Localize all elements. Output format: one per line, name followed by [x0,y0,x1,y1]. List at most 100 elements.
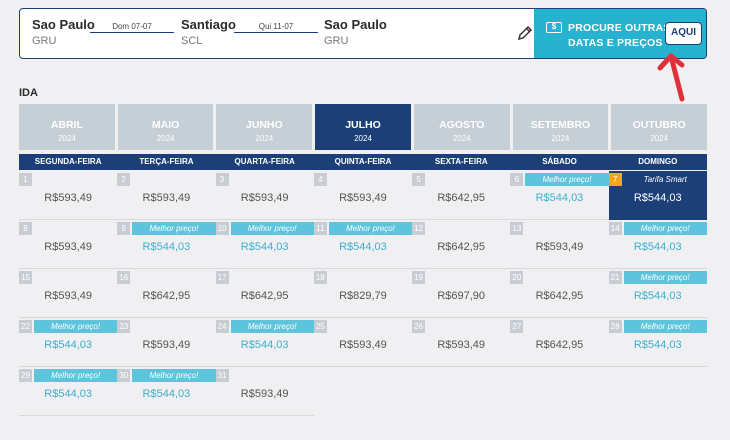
day-price: R$642,95 [142,290,191,302]
origin: Sao Paulo GRU [32,17,95,47]
day-price: R$544,03 [44,388,92,400]
month-year: 2024 [551,134,570,143]
day-number: 28 [608,320,622,333]
calendar-day[interactable]: 3 R$593,49 [215,171,314,220]
tab-month-setembro[interactable]: SETEMBRO 2024 [512,104,609,150]
outbound-date: Dom 07-07 [90,22,174,33]
calendar-day[interactable]: 22 Melhor preço! R$544,03 [19,318,118,367]
calendar-day[interactable]: 7 Tarifa Smart R$544,03 [608,171,707,220]
day-price: R$642,95 [535,339,584,351]
day-number: 25 [313,320,327,333]
day-price: R$544,03 [240,241,289,253]
calendar-day[interactable]: 11 Melhor preço! R$544,03 [313,220,413,269]
calendar-day[interactable]: 10 Melhor preço! R$544,03 [215,220,314,269]
calendar-day[interactable]: 25 R$593,49 [313,318,413,367]
red-arrow-icon [657,53,685,102]
tab-month-abril[interactable]: ABRIL 2024 [19,104,115,150]
calendar-day[interactable]: 23 R$593,49 [117,318,216,367]
tab-month-junho[interactable]: JUNHO 2024 [216,104,313,150]
day-number: 16 [117,271,131,284]
tab-month-maio[interactable]: MAIO 2024 [117,104,214,150]
day-number: 26 [412,320,426,333]
calendar-day[interactable]: 1 R$593,49 [19,171,118,220]
calendar-day[interactable]: 19 R$697,90 [412,269,511,318]
month-name: SETEMBRO [530,119,591,131]
calendar-day[interactable]: 29 Melhor preço! R$544,03 [19,367,118,416]
day-price: R$593,49 [44,192,92,204]
tab-month-outubro[interactable]: OUTUBRO 2024 [611,104,708,150]
calendar-day[interactable]: 9 Melhor preço! R$544,03 [117,220,216,269]
calendar-day[interactable]: 5 R$642,95 [412,171,511,220]
month-name: AGOSTO [439,119,485,131]
outbound-date-label: Dom 07-07 [112,22,152,31]
calendar-day[interactable]: 26 R$593,49 [412,318,511,367]
aqui-button[interactable]: AQUI [665,22,702,45]
calendar-day[interactable]: 13 R$593,49 [510,220,609,269]
day-price: R$544,03 [633,290,682,302]
calendar-day[interactable]: 12 R$642,95 [412,220,511,269]
origin-code: GRU [32,35,57,47]
day-price: R$544,03 [142,388,191,400]
return-line [234,32,318,33]
month-name: MAIO [151,119,180,131]
best-price-badge: Melhor preço! [132,369,216,382]
calendar-day[interactable]: 27 R$642,95 [510,318,609,367]
day-number: 14 [608,222,622,235]
calendar-day[interactable]: 15 R$593,49 [19,269,118,318]
calendar-day[interactable]: 20 R$642,95 [510,269,609,318]
day-number: 8 [19,222,32,235]
return-date-label: Qui 11-07 [258,22,294,31]
calendar-day[interactable]: 2 R$593,49 [117,171,216,220]
cta-text: PROCURE OUTRAS DATAS E PREÇOS [568,21,671,51]
calendar-day[interactable]: 4 R$593,49 [313,171,413,220]
day-number: 18 [313,271,327,284]
outbound-line [90,32,174,33]
calendar-day[interactable]: 28 Melhor preço! R$544,03 [608,318,707,367]
month-year: 2024 [255,134,274,143]
day-price: R$642,95 [437,192,486,204]
day-price: R$544,03 [44,339,92,351]
month-name: JUNHO [245,119,283,131]
day-number: 11 [313,222,327,235]
empty-cell [314,367,412,416]
day-number: 31 [215,369,229,382]
calendar-day[interactable]: 24 Melhor preço! R$544,03 [215,318,314,367]
pencil-icon[interactable] [517,25,533,41]
best-price-badge: Melhor preço! [623,271,707,284]
calendar-day[interactable]: 18 R$829,79 [313,269,413,318]
calendar-day[interactable]: 30 Melhor preço! R$544,03 [117,367,216,416]
day-number: 17 [215,271,229,284]
day-price: R$697,90 [437,290,486,302]
day-number: 20 [510,271,524,284]
day-price: R$642,95 [240,290,289,302]
tab-month-julho[interactable]: JULHO 2024 [315,104,411,150]
calendar-day[interactable]: 6 Melhor preço! R$544,03 [510,171,609,220]
return-date: Qui 11-07 [234,22,318,33]
day-number: 9 [117,222,131,235]
day-price: R$593,49 [240,388,289,400]
day-number: 15 [19,271,32,284]
day-price: R$544,03 [339,241,387,253]
calendar-week: 8 R$593,49 9 Melhor preço! R$544,03 10 Melhor … [19,220,707,269]
day-number: 1 [19,173,32,186]
day-price: R$593,49 [142,339,191,351]
calendar-day[interactable]: 8 R$593,49 [19,220,118,269]
tab-month-agosto[interactable]: AGOSTO 2024 [413,104,510,150]
month-year: 2024 [354,134,372,143]
best-price-badge: Melhor preço! [132,222,216,235]
stopover-city: Santiago [181,17,236,32]
calendar-day[interactable]: 21 Melhor preço! R$544,03 [608,269,707,318]
best-price-badge: Melhor preço! [34,320,118,333]
day-number: 30 [117,369,131,382]
day-number: 19 [412,271,426,284]
calendar-day[interactable]: 16 R$642,95 [117,269,216,318]
stopover: Santiago SCL [181,17,236,47]
best-price-badge: Melhor preço! [230,222,314,235]
calendar-day[interactable]: 17 R$642,95 [215,269,314,318]
calendar-day[interactable]: 14 Melhor preço! R$544,03 [608,220,707,269]
calendar-day[interactable]: 31 R$593,49 [215,367,314,416]
weekday-label: SEXTA-FEIRA [434,157,488,166]
day-price: R$544,03 [240,339,289,351]
section-label-ida: IDA [19,87,38,99]
best-price-badge: Melhor preço! [328,222,413,235]
